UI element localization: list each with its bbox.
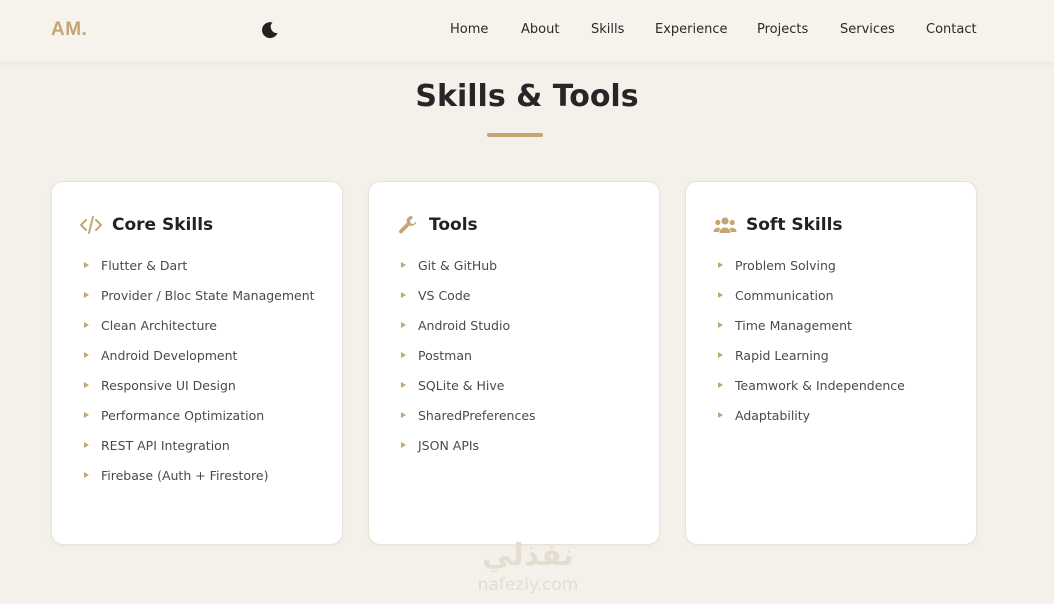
list-item-label: VS Code xyxy=(418,288,471,303)
nav-link-about[interactable]: About xyxy=(521,22,559,37)
code-icon xyxy=(79,213,103,237)
list-item: JSON APIs xyxy=(401,435,651,456)
nav-link-skills[interactable]: Skills xyxy=(591,22,624,37)
list-item: SQLite & Hive xyxy=(401,375,651,396)
tools-card: Tools Git & GitHub VS Code Android Studi… xyxy=(368,181,660,545)
watermark: نفذلي nafezly.com xyxy=(463,538,593,604)
bullet-arrow-icon xyxy=(401,442,406,448)
bullet-arrow-icon xyxy=(718,292,723,298)
bullet-arrow-icon xyxy=(401,412,406,418)
list-item-label: Time Management xyxy=(735,318,852,333)
list-item: Adaptability xyxy=(718,405,968,426)
list-item: Teamwork & Independence xyxy=(718,375,968,396)
bullet-arrow-icon xyxy=(718,322,723,328)
users-icon xyxy=(713,213,737,237)
top-navbar: AM. Home About Skills Experience Project… xyxy=(0,0,1054,62)
wrench-icon xyxy=(396,213,420,237)
watermark-latin: nafezly.com xyxy=(477,575,579,595)
bullet-arrow-icon xyxy=(718,412,723,418)
nav-link-experience[interactable]: Experience xyxy=(655,22,728,37)
main-nav: Home About Skills Experience Projects Se… xyxy=(0,22,1054,42)
bullet-arrow-icon xyxy=(718,262,723,268)
bullet-arrow-icon xyxy=(84,352,89,358)
section-title: Skills & Tools xyxy=(415,79,639,114)
bullet-arrow-icon xyxy=(84,412,89,418)
list-item: Problem Solving xyxy=(718,255,968,276)
list-item-label: JSON APIs xyxy=(418,438,480,453)
card-header: Soft Skills xyxy=(713,213,843,237)
list-item-label: Clean Architecture xyxy=(101,318,217,333)
list-item-label: Rapid Learning xyxy=(735,348,829,363)
nav-link-contact[interactable]: Contact xyxy=(926,22,977,37)
card-title: Soft Skills xyxy=(746,215,843,235)
soft-skill-list: Problem Solving Communication Time Manag… xyxy=(718,255,968,435)
skill-list: Flutter & Dart Provider / Bloc State Man… xyxy=(84,255,334,495)
list-item: Android Studio xyxy=(401,315,651,336)
card-title: Core Skills xyxy=(112,215,214,235)
bullet-arrow-icon xyxy=(84,472,89,478)
bullet-arrow-icon xyxy=(84,322,89,328)
list-item: Time Management xyxy=(718,315,968,336)
bullet-arrow-icon xyxy=(401,262,406,268)
list-item: Android Development xyxy=(84,345,334,366)
list-item-label: SharedPreferences xyxy=(418,408,536,423)
list-item-label: Teamwork & Independence xyxy=(735,378,905,393)
nav-link-projects[interactable]: Projects xyxy=(757,22,808,37)
nav-link-services[interactable]: Services xyxy=(840,22,895,37)
bullet-arrow-icon xyxy=(718,352,723,358)
list-item-label: Android Development xyxy=(101,348,238,363)
bullet-arrow-icon xyxy=(718,382,723,388)
list-item: Provider / Bloc State Management xyxy=(84,285,334,306)
card-title: Tools xyxy=(429,215,478,235)
bullet-arrow-icon xyxy=(401,382,406,388)
tool-list: Git & GitHub VS Code Android Studio Post… xyxy=(401,255,651,465)
nav-link-home[interactable]: Home xyxy=(450,22,488,37)
list-item-label: Performance Optimization xyxy=(101,408,265,423)
list-item-label: Git & GitHub xyxy=(418,258,498,273)
title-underline xyxy=(487,133,543,137)
bullet-arrow-icon xyxy=(401,352,406,358)
list-item-label: REST API Integration xyxy=(101,438,230,453)
bullet-arrow-icon xyxy=(84,292,89,298)
card-header: Tools xyxy=(396,213,478,237)
list-item: Communication xyxy=(718,285,968,306)
list-item: Firebase (Auth + Firestore) xyxy=(84,465,334,486)
list-item-label: Responsive UI Design xyxy=(101,378,236,393)
list-item-label: Postman xyxy=(418,348,472,363)
list-item-label: SQLite & Hive xyxy=(418,378,505,393)
list-item-label: Problem Solving xyxy=(735,258,836,273)
bullet-arrow-icon xyxy=(84,262,89,268)
list-item-label: Firebase (Auth + Firestore) xyxy=(101,468,269,483)
soft-skills-card: Soft Skills Problem Solving Communicatio… xyxy=(685,181,977,545)
card-header: Core Skills xyxy=(79,213,213,237)
list-item: Rapid Learning xyxy=(718,345,968,366)
list-item: Clean Architecture xyxy=(84,315,334,336)
list-item: Responsive UI Design xyxy=(84,375,334,396)
list-item-label: Communication xyxy=(735,288,834,303)
list-item: SharedPreferences xyxy=(401,405,651,426)
list-item: REST API Integration xyxy=(84,435,334,456)
bullet-arrow-icon xyxy=(84,442,89,448)
list-item-label: Flutter & Dart xyxy=(101,258,188,273)
bullet-arrow-icon xyxy=(84,382,89,388)
list-item: Flutter & Dart xyxy=(84,255,334,276)
list-item: Git & GitHub xyxy=(401,255,651,276)
list-item: Performance Optimization xyxy=(84,405,334,426)
list-item-label: Android Studio xyxy=(418,318,511,333)
core-skills-card: Core Skills Flutter & Dart Provider / Bl… xyxy=(51,181,343,545)
list-item-label: Provider / Bloc State Management xyxy=(101,288,315,303)
bullet-arrow-icon xyxy=(401,292,406,298)
list-item: Postman xyxy=(401,345,651,366)
list-item: VS Code xyxy=(401,285,651,306)
list-item-label: Adaptability xyxy=(735,408,811,423)
bullet-arrow-icon xyxy=(401,322,406,328)
